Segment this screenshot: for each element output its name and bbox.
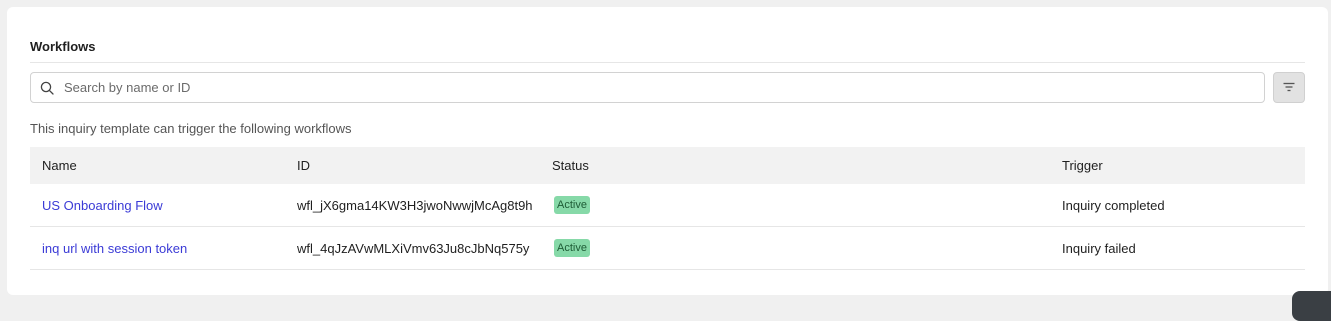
- section-description: This inquiry template can trigger the fo…: [30, 121, 352, 136]
- workflow-trigger: Inquiry failed: [1062, 240, 1136, 256]
- table-row[interactable]: US Onboarding Flow wfl_jX6gma14KW3H3jwoN…: [30, 184, 1305, 227]
- workflow-name-link[interactable]: inq url with session token: [42, 241, 187, 256]
- table-header: Name ID Status Trigger: [30, 147, 1305, 184]
- header-status[interactable]: Status: [552, 147, 589, 184]
- status-badge: Active: [554, 196, 590, 214]
- workflow-name-link[interactable]: US Onboarding Flow: [42, 198, 163, 213]
- status-badge: Active: [554, 239, 590, 257]
- workflows-card: Workflows This inquiry template can trig…: [7, 7, 1328, 295]
- header-name[interactable]: Name: [42, 147, 77, 184]
- filter-button[interactable]: [1273, 72, 1305, 103]
- section-title: Workflows: [30, 39, 96, 54]
- divider: [30, 62, 1305, 63]
- search-icon: [40, 81, 54, 95]
- header-trigger[interactable]: Trigger: [1062, 147, 1103, 184]
- workflow-trigger: Inquiry completed: [1062, 197, 1165, 213]
- workflows-table: Name ID Status Trigger US Onboarding Flo…: [30, 147, 1305, 270]
- search-box[interactable]: [30, 72, 1265, 103]
- workflow-id: wfl_4qJzAVwMLXiVmv63Ju8cJbNq575y: [297, 240, 530, 256]
- search-input[interactable]: [64, 80, 1224, 95]
- help-widget-button[interactable]: [1292, 291, 1331, 321]
- workflow-id: wfl_jX6gma14KW3H3jwoNwwjMcAg8t9h: [297, 197, 533, 213]
- header-id[interactable]: ID: [297, 147, 310, 184]
- table-row[interactable]: inq url with session token wfl_4qJzAVwML…: [30, 227, 1305, 270]
- filter-icon: [1283, 79, 1295, 97]
